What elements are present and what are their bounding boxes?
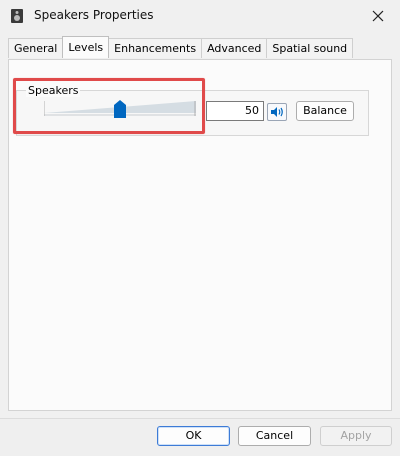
apply-button[interactable]: Apply — [320, 426, 392, 446]
tab-advanced[interactable]: Advanced — [201, 38, 268, 58]
tab-levels[interactable]: Levels — [62, 36, 110, 58]
cancel-button[interactable]: Cancel — [238, 426, 311, 446]
tab-general[interactable]: General — [8, 38, 64, 58]
volume-value-input[interactable]: 50 — [206, 101, 264, 121]
speaker-device-icon — [11, 9, 23, 23]
title-bar: Speakers Properties — [0, 0, 400, 32]
tab-spatial-sound[interactable]: Spatial sound — [266, 38, 354, 58]
annotation-highlight-box — [13, 78, 205, 134]
mute-button[interactable] — [267, 103, 287, 121]
close-button[interactable] — [366, 6, 390, 26]
close-icon — [372, 10, 384, 22]
balance-button[interactable]: Balance — [296, 101, 354, 121]
speaker-volume-icon — [271, 107, 283, 117]
ok-button[interactable]: OK — [157, 426, 230, 446]
tab-strip: General Levels Enhancements Advanced Spa… — [8, 36, 354, 60]
window-title: Speakers Properties — [34, 8, 154, 22]
tab-enhancements[interactable]: Enhancements — [108, 38, 203, 58]
